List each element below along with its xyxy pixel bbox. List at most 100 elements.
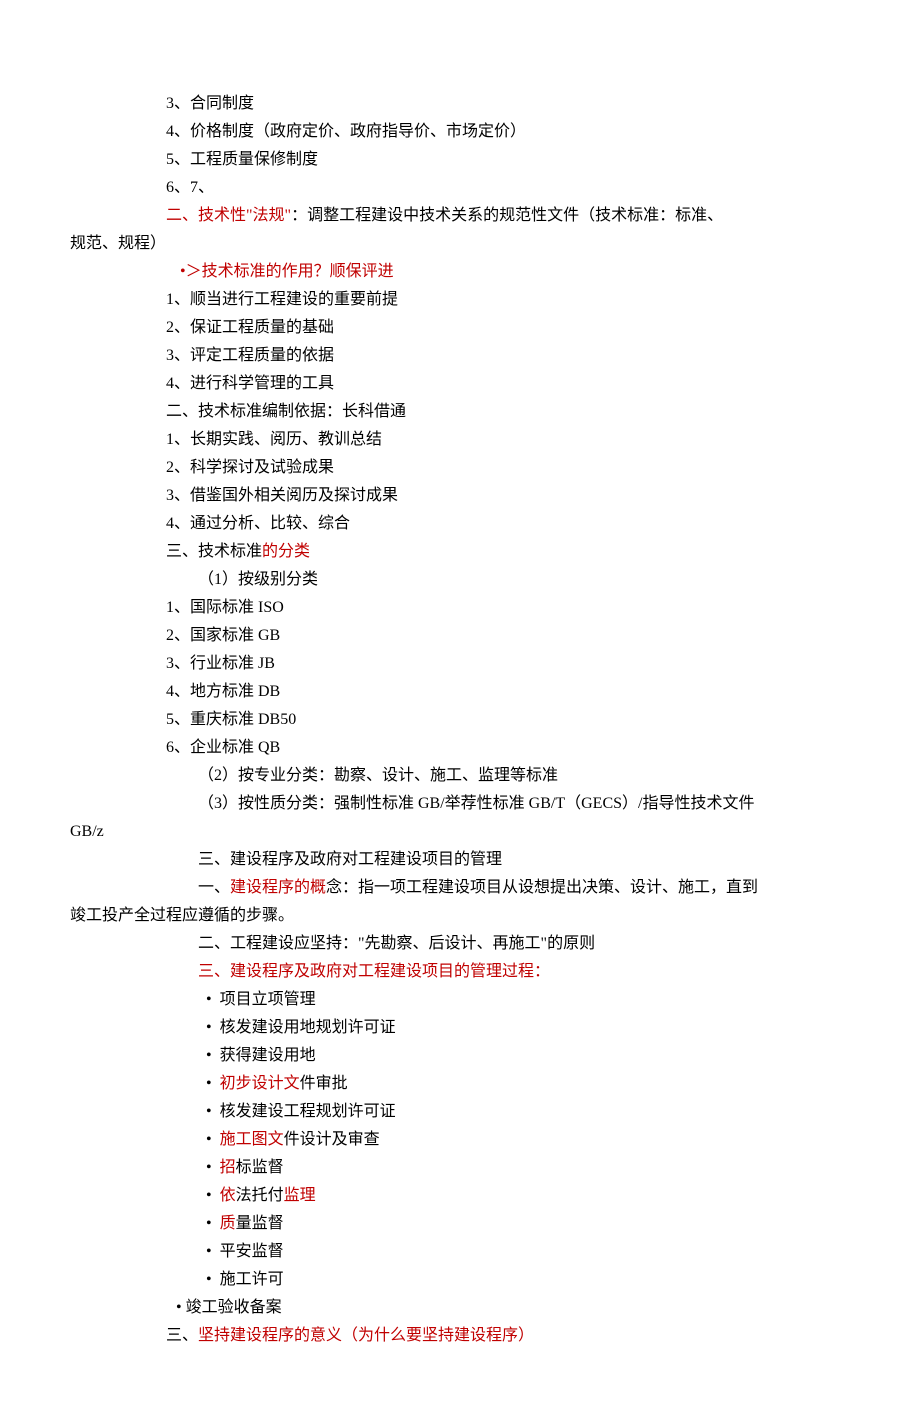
text-line: 三、坚持建设程序的意义（为什么要坚持建设程序）	[70, 1322, 850, 1350]
text-line: 2、科学探讨及试验成果	[70, 454, 850, 482]
text-span: 2、保证工程质量的基础	[166, 319, 334, 336]
text-line: 三、技术标准的分类	[70, 538, 850, 566]
text-line: • 施工许可	[70, 1266, 850, 1294]
highlighted-text: 三、建设程序及政府对工程建设项目的管理过程：	[198, 963, 550, 980]
text-line: 1、国际标准 ISO	[70, 594, 850, 622]
text-line: 二、技术标准编制依据：长科借通	[70, 398, 850, 426]
text-span: • 核发建设工程规划许可证	[198, 1103, 396, 1120]
text-line: • 核发建设工程规划许可证	[70, 1098, 850, 1126]
highlighted-text: 坚持建设程序的意义（为什么要坚持建设程序）	[198, 1327, 534, 1344]
text-line: • 竣工验收备案	[70, 1294, 850, 1322]
text-span: 6、7、	[166, 179, 214, 196]
text-line: 规范、规程）	[70, 230, 850, 258]
highlighted-text: 依	[220, 1187, 236, 1204]
text-line: 1、顺当进行工程建设的重要前提	[70, 286, 850, 314]
text-span: （1）按级别分类	[198, 571, 318, 588]
text-span: 2、科学探讨及试验成果	[166, 459, 334, 476]
text-line: • 平安监督	[70, 1238, 850, 1266]
text-span: 3、借鉴国外相关阅历及探讨成果	[166, 487, 398, 504]
text-span: 三、技术标准	[166, 543, 262, 560]
text-span: 念：指一项工程建设项目从设想提出决策、设计、施工，直到	[326, 879, 758, 896]
text-line: 二、工程建设应坚持："先勘察、后设计、再施工"的原则	[70, 930, 850, 958]
text-line: •＞技术标准的作用？顺保评进	[70, 258, 850, 286]
text-line: 3、行业标准 JB	[70, 650, 850, 678]
text-span: •	[198, 1131, 220, 1148]
highlighted-text: •＞技术标准的作用？顺保评进	[180, 263, 394, 280]
text-line: 2、保证工程质量的基础	[70, 314, 850, 342]
text-span: 二、工程建设应坚持："先勘察、后设计、再施工"的原则	[198, 935, 595, 952]
text-span: •	[198, 1187, 220, 1204]
text-line: • 施工图文件设计及审查	[70, 1126, 850, 1154]
text-span: 1、顺当进行工程建设的重要前提	[166, 291, 398, 308]
highlighted-text: 监理	[284, 1187, 316, 1204]
document-body: 3、合同制度 4、价格制度（政府定价、政府指导价、市场定价） 5、工程质量保修制度 6…	[70, 90, 850, 1350]
text-line: 5、工程质量保修制度	[70, 146, 850, 174]
text-span: 量监督	[236, 1215, 284, 1232]
text-line: 1、长期实践、阅历、教训总结	[70, 426, 850, 454]
text-span: •	[198, 1215, 220, 1232]
text-line: • 招标监督	[70, 1154, 850, 1182]
text-span: 1、长期实践、阅历、教训总结	[166, 431, 382, 448]
highlighted-text: 质	[220, 1215, 236, 1232]
text-line: • 获得建设用地	[70, 1042, 850, 1070]
text-span: 三、建设程序及政府对工程建设项目的管理	[198, 851, 502, 868]
text-line: （1）按级别分类	[70, 566, 850, 594]
text-line: 6、7、	[70, 174, 850, 202]
text-line: • 依法托付监理	[70, 1182, 850, 1210]
text-line: 4、通过分析、比较、综合	[70, 510, 850, 538]
text-span: 3、行业标准 JB	[166, 655, 275, 672]
text-span: ：调整工程建设中技术关系的规范性文件（技术标准：标准、	[291, 207, 723, 224]
highlighted-text: 二、技术性"法规"	[166, 207, 291, 224]
text-span: 5、工程质量保修制度	[166, 151, 318, 168]
text-span: 一、	[198, 879, 230, 896]
highlighted-text: 建设程序的概	[230, 879, 326, 896]
text-span: • 平安监督	[198, 1243, 284, 1260]
text-line: • 质量监督	[70, 1210, 850, 1238]
text-span: •	[198, 1159, 220, 1176]
text-span: 法托付	[236, 1187, 284, 1204]
text-span: 件设计及审查	[284, 1131, 380, 1148]
text-line: 5、重庆标准 DB50	[70, 706, 850, 734]
highlighted-text: 的分类	[262, 543, 310, 560]
text-line: • 初步设计文件审批	[70, 1070, 850, 1098]
text-line: 6、企业标准 QB	[70, 734, 850, 762]
text-line: （3）按性质分类：强制性标准 GB/举荐性标准 GB/T（GECS）/指导性技术…	[70, 790, 850, 818]
text-span: • 施工许可	[198, 1271, 284, 1288]
text-span: 规范、规程）	[70, 235, 166, 252]
text-line: • 核发建设用地规划许可证	[70, 1014, 850, 1042]
text-span: 三、	[166, 1327, 198, 1344]
text-line: （2）按专业分类：勘察、设计、施工、监理等标准	[70, 762, 850, 790]
highlighted-text: 初步设计文	[220, 1075, 300, 1092]
text-line: 4、进行科学管理的工具	[70, 370, 850, 398]
text-line: 一、建设程序的概念：指一项工程建设项目从设想提出决策、设计、施工，直到	[70, 874, 850, 902]
text-span: 1、国际标准 ISO	[166, 599, 284, 616]
text-span: 4、价格制度（政府定价、政府指导价、市场定价）	[166, 123, 526, 140]
highlighted-text: 施工图文	[220, 1131, 284, 1148]
text-line: 2、国家标准 GB	[70, 622, 850, 650]
highlighted-text: 招	[220, 1159, 236, 1176]
text-span: GB/z	[70, 823, 104, 840]
text-line: 3、合同制度	[70, 90, 850, 118]
text-span: • 项目立项管理	[198, 991, 316, 1008]
text-span: 标监督	[236, 1159, 284, 1176]
text-span: 4、进行科学管理的工具	[166, 375, 334, 392]
text-span: 二、技术标准编制依据：长科借通	[166, 403, 406, 420]
text-line: 3、借鉴国外相关阅历及探讨成果	[70, 482, 850, 510]
text-span: 件审批	[300, 1075, 348, 1092]
text-span: • 竣工验收备案	[160, 1299, 282, 1316]
text-span: 3、评定工程质量的依据	[166, 347, 334, 364]
text-line: 三、建设程序及政府对工程建设项目的管理过程：	[70, 958, 850, 986]
text-span: • 核发建设用地规划许可证	[198, 1019, 396, 1036]
text-line: 4、地方标准 DB	[70, 678, 850, 706]
text-line: • 项目立项管理	[70, 986, 850, 1014]
text-line: 3、评定工程质量的依据	[70, 342, 850, 370]
text-line: 竣工投产全过程应遵循的步骤。	[70, 902, 850, 930]
text-line: 4、价格制度（政府定价、政府指导价、市场定价）	[70, 118, 850, 146]
text-span: 4、地方标准 DB	[166, 683, 280, 700]
text-span: 3、合同制度	[166, 95, 254, 112]
text-line: 三、建设程序及政府对工程建设项目的管理	[70, 846, 850, 874]
text-span: 4、通过分析、比较、综合	[166, 515, 350, 532]
text-span: •	[198, 1075, 220, 1092]
text-span: 5、重庆标准 DB50	[166, 711, 296, 728]
text-line: 二、技术性"法规"：调整工程建设中技术关系的规范性文件（技术标准：标准、	[70, 202, 850, 230]
